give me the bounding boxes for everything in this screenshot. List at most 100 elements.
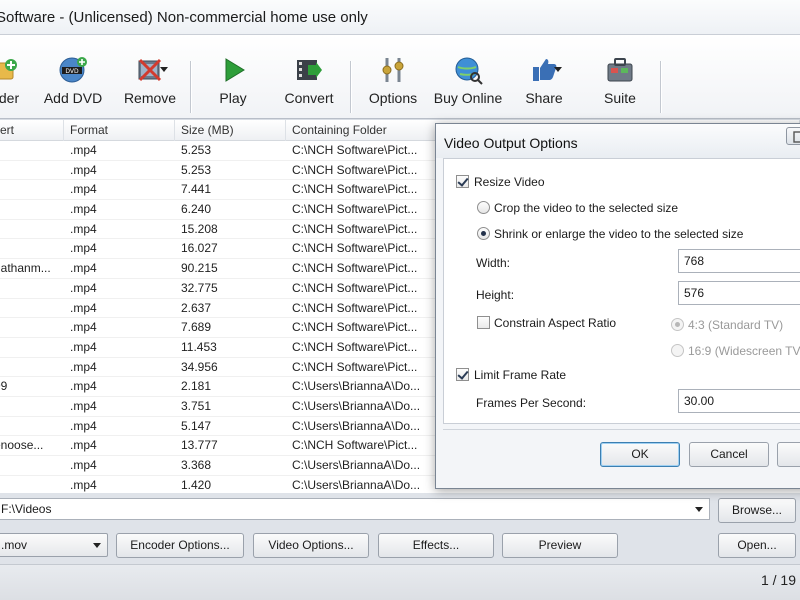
effects-button[interactable]: Effects...	[378, 533, 494, 558]
row-folder-cell: C:\NCH Software\Pict...	[292, 280, 418, 295]
browse-button[interactable]: Browse...	[718, 498, 796, 523]
row-format-cell: .mp4	[70, 241, 97, 256]
column-header-name[interactable]: ert	[0, 120, 64, 141]
output-format-value: .mov	[1, 538, 28, 552]
ratio-4-3-radio[interactable]	[671, 318, 684, 331]
row-format-cell: .mp4	[70, 143, 97, 157]
row-name-cell: nathanm...	[0, 261, 51, 276]
options-button[interactable]: Options	[366, 55, 420, 115]
ok-button[interactable]: OK	[600, 442, 680, 467]
row-size-cell: 7.689	[181, 320, 212, 335]
row-folder-cell: C:\Users\BriannaA\Do...	[292, 379, 421, 394]
row-folder-cell: C:\NCH Software\Pict...	[292, 339, 418, 354]
row-folder-cell: C:\NCH Software\Pict...	[292, 143, 418, 157]
convert-icon	[294, 55, 324, 85]
row-size-cell: 90.215	[181, 261, 218, 276]
row-size-cell: 2.181	[181, 379, 212, 394]
svg-text:DVD: DVD	[65, 68, 79, 75]
row-folder-cell: C:\NCH Software\Pict...	[292, 162, 418, 177]
resize-video-checkbox[interactable]	[456, 175, 469, 188]
row-format-cell: .mp4	[70, 320, 97, 335]
height-input[interactable]: 576	[678, 281, 800, 305]
row-folder-cell: C:\NCH Software\Pict...	[292, 182, 418, 197]
row-folder-cell: C:\NCH Software\Pict...	[292, 300, 418, 315]
bottom-panel: F:\Videos Browse... .mov Encoder Options…	[0, 493, 800, 600]
row-format-cell: .mp4	[70, 438, 97, 453]
row-folder-cell: C:\Users\BriannaA\Do...	[292, 398, 421, 413]
chevron-down-icon[interactable]	[93, 543, 101, 548]
limit-frame-rate-label: Limit Frame Rate	[474, 368, 567, 382]
fps-input[interactable]: 30.00	[678, 389, 800, 413]
crop-radio[interactable]	[477, 201, 490, 214]
remove-dropdown-caret-icon[interactable]	[160, 67, 168, 72]
dialog-title-bar: Video Output Options	[436, 124, 800, 158]
play-icon	[218, 55, 248, 85]
encoder-options-button[interactable]: Encoder Options...	[116, 533, 244, 558]
row-format-cell: .mp4	[70, 418, 97, 433]
status-bar: 1 / 19	[0, 564, 800, 600]
column-header-size[interactable]: Size (MB)	[175, 120, 286, 141]
row-size-cell: 15.208	[181, 221, 218, 236]
limit-frame-rate-checkbox[interactable]	[456, 368, 469, 381]
dialog-help-button[interactable]	[786, 127, 800, 145]
buy-online-button[interactable]: Buy Online	[433, 55, 503, 115]
row-folder-cell: C:\NCH Software\Pict...	[292, 320, 418, 335]
share-button[interactable]: Share	[524, 55, 564, 115]
toolbar-separator	[660, 61, 661, 113]
row-size-cell: 5.147	[181, 418, 212, 433]
column-header-format[interactable]: Format	[64, 120, 175, 141]
add-dvd-button[interactable]: DVD Add DVD	[44, 55, 102, 115]
options-icon	[378, 55, 408, 85]
fps-label: Frames Per Second:	[476, 396, 587, 410]
row-format-cell: .mp4	[70, 359, 97, 374]
page-counter: 1 / 19	[760, 572, 796, 588]
row-format-cell: .mp4	[70, 261, 97, 276]
chevron-down-icon[interactable]	[695, 507, 703, 512]
row-size-cell: 16.027	[181, 241, 218, 256]
row-size-cell: 6.240	[181, 202, 212, 217]
convert-button[interactable]: Convert	[282, 55, 336, 115]
width-input[interactable]: 768	[678, 249, 800, 273]
row-format-cell: .mp4	[70, 300, 97, 315]
output-format-combo[interactable]: .mov	[0, 533, 108, 557]
constrain-aspect-ratio-checkbox[interactable]	[477, 316, 490, 329]
row-size-cell: 2.637	[181, 300, 212, 315]
remove-button[interactable]: Remove	[124, 55, 176, 115]
width-label: Width:	[476, 256, 511, 270]
height-label: Height:	[476, 288, 515, 302]
help-icon	[793, 131, 800, 143]
row-size-cell: 1.420	[181, 477, 212, 492]
shrink-enlarge-radio[interactable]	[477, 227, 490, 240]
row-folder-cell: C:\NCH Software\Pict...	[292, 241, 418, 256]
row-folder-cell: C:\Users\BriannaA\Do...	[292, 458, 421, 472]
video-options-button[interactable]: Video Options...	[253, 533, 369, 558]
row-format-cell: .mp4	[70, 182, 97, 197]
dialog-title: Video Output Options	[444, 135, 578, 151]
cancel-button[interactable]: Cancel	[689, 442, 769, 467]
preview-button[interactable]: Preview	[502, 533, 618, 558]
ratio-4-3-label: 4:3 (Standard TV)	[688, 318, 784, 332]
open-button[interactable]: Open...	[718, 533, 796, 558]
play-label: Play	[219, 90, 247, 106]
row-format-cell: .mp4	[70, 280, 97, 295]
row-folder-cell: C:\NCH Software\Pict...	[292, 221, 418, 236]
row-folder-cell: C:\Users\BriannaA\Do...	[292, 477, 421, 492]
share-dropdown-caret-icon[interactable]	[554, 67, 562, 72]
ratio-16-9-radio[interactable]	[671, 344, 684, 357]
row-name-cell: 99	[0, 379, 8, 394]
output-folder-combo[interactable]: F:\Videos	[0, 498, 710, 520]
resize-video-label: Resize Video	[474, 175, 545, 189]
add-folder-label: older	[0, 90, 20, 106]
convert-label: Convert	[284, 90, 334, 106]
play-button[interactable]: Play	[215, 55, 251, 115]
row-size-cell: 3.368	[181, 458, 212, 472]
add-folder-icon	[0, 55, 19, 85]
row-folder-cell: C:\NCH Software\Pict...	[292, 261, 418, 276]
toolbar-separator	[190, 61, 191, 113]
row-folder-cell: C:\Users\BriannaA\Do...	[292, 418, 421, 433]
add-folder-button[interactable]: older	[0, 55, 19, 115]
suite-label: Suite	[604, 90, 636, 106]
row-format-cell: .mp4	[70, 379, 97, 394]
suite-button[interactable]: Suite	[602, 55, 638, 115]
help-button[interactable]	[777, 442, 800, 467]
